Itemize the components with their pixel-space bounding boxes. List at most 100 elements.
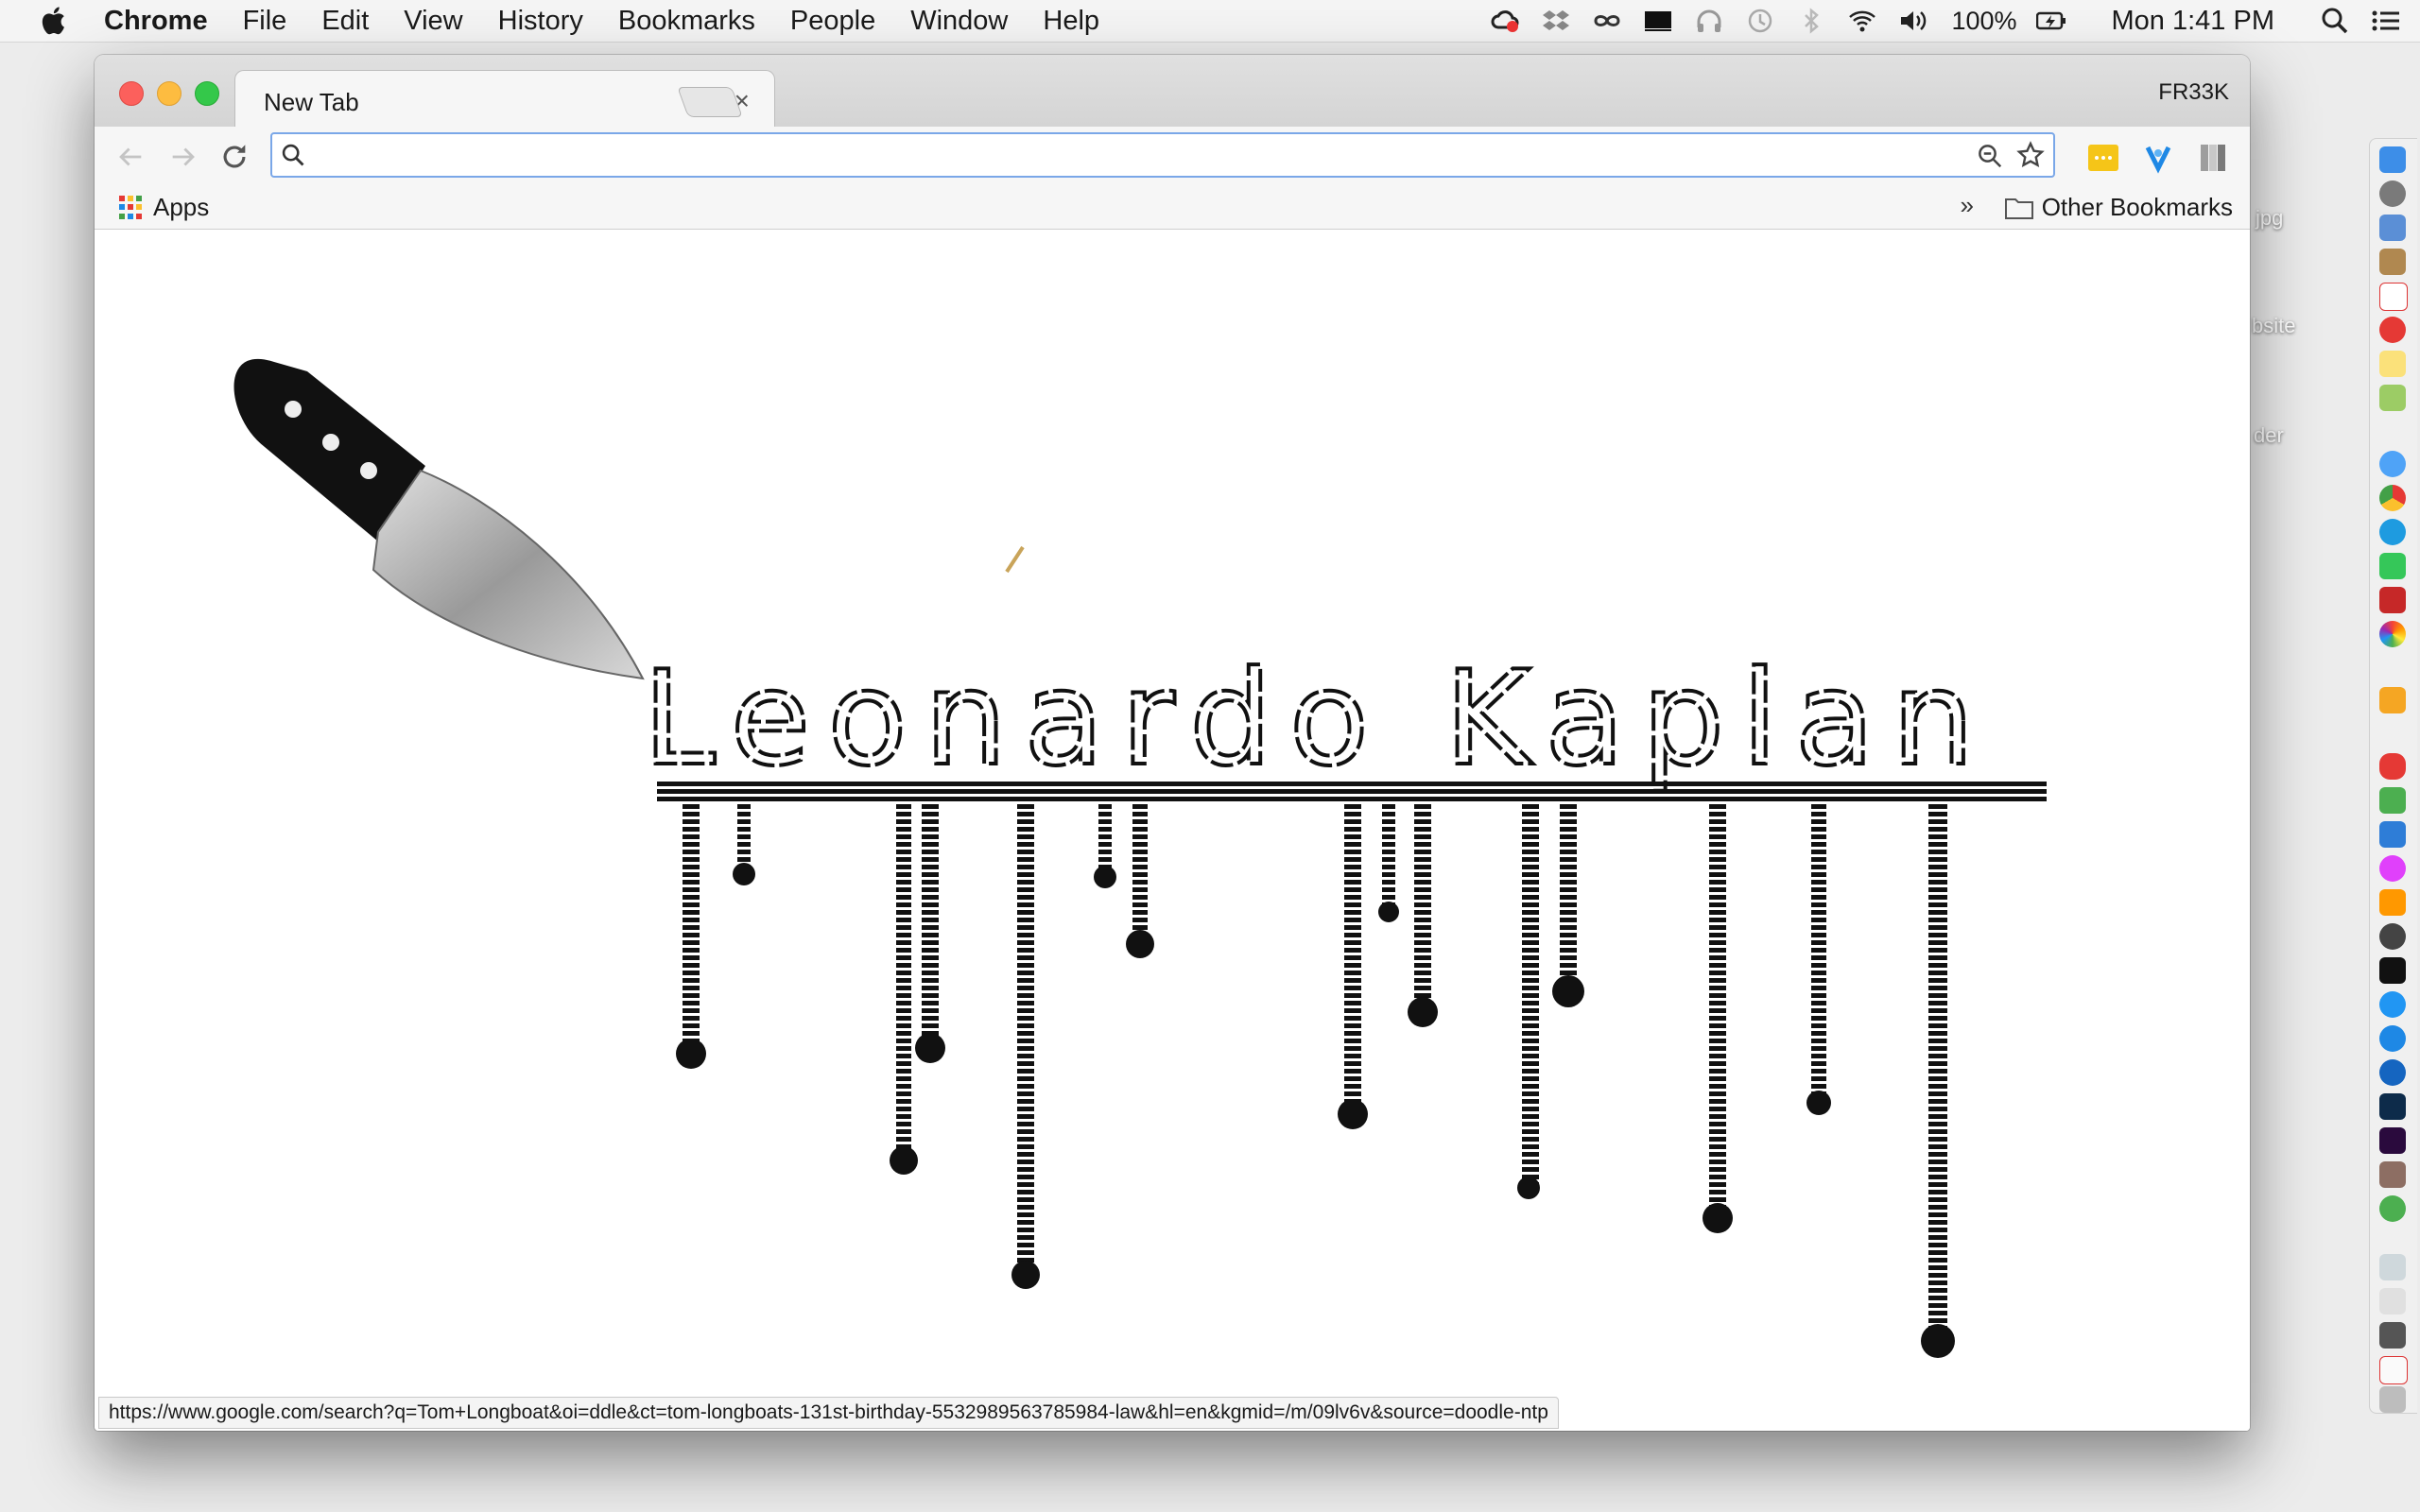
apps-grid-icon	[119, 195, 144, 220]
itunes-icon[interactable]	[2379, 855, 2406, 882]
bluetooth-icon[interactable]	[1794, 6, 1828, 36]
reminders-icon[interactable]	[2379, 317, 2406, 343]
search-icon	[282, 144, 304, 166]
display-icon[interactable]	[1641, 6, 1675, 36]
new-tab-button[interactable]	[677, 87, 743, 117]
scripts-icon[interactable]	[2379, 1161, 2406, 1188]
infinity-icon[interactable]	[1590, 6, 1624, 36]
toolbar	[95, 127, 2250, 185]
infinity-app-icon[interactable]	[2379, 753, 2406, 780]
menu-window[interactable]: Window	[910, 6, 1008, 37]
vpn-extension-icon[interactable]	[2142, 142, 2174, 174]
other-bookmarks-label: Other Bookmarks	[2041, 193, 2233, 221]
apple-icon[interactable]	[38, 4, 72, 38]
window-minimize-button[interactable]	[157, 81, 182, 106]
photo-booth-icon[interactable]	[2379, 587, 2406, 613]
menu-help[interactable]: Help	[1043, 6, 1099, 37]
back-button[interactable]	[112, 138, 149, 176]
doodle-wordmark: Leonardo Kaplan	[643, 643, 1992, 795]
wifi-icon[interactable]	[1845, 6, 1879, 36]
ibooks-icon[interactable]	[2379, 889, 2406, 916]
preview-icon[interactable]	[2379, 215, 2406, 241]
safari-icon[interactable]	[2379, 991, 2406, 1018]
desktop-file-label[interactable]: jpg	[2256, 206, 2283, 231]
mail-stack-icon[interactable]	[2379, 1356, 2408, 1384]
back-arrow-icon	[119, 147, 142, 166]
skype-icon[interactable]	[2379, 519, 2406, 545]
finder-icon[interactable]	[2379, 146, 2406, 173]
drip-graphic	[657, 781, 2047, 1358]
desktop-file-label[interactable]: bsite	[2252, 314, 2295, 338]
menu-people[interactable]: People	[790, 6, 875, 37]
apps-label: Apps	[153, 193, 210, 221]
omnibox-input[interactable]	[316, 138, 1927, 174]
maps-icon[interactable]	[2379, 385, 2406, 411]
folder-icon	[2004, 198, 2033, 219]
keynote-icon[interactable]	[2379, 821, 2406, 848]
headphones-icon[interactable]	[1692, 6, 1726, 36]
notes-icon[interactable]	[2379, 351, 2406, 377]
numbers-icon[interactable]	[2379, 787, 2406, 814]
tab-strip: New Tab × FR33K	[95, 55, 2250, 129]
desktop-file-label[interactable]: der	[2254, 423, 2284, 448]
knife-illustration	[233, 358, 645, 680]
screenshots-stack-icon[interactable]	[2379, 1322, 2406, 1349]
launchpad-icon[interactable]	[2379, 180, 2406, 207]
dock	[2369, 138, 2417, 1414]
reader-extension-icon[interactable]	[2197, 142, 2229, 174]
reload-button[interactable]	[216, 138, 253, 176]
browser-window: New Tab × FR33K Apps » Other Bookmarks L…	[95, 55, 2250, 1431]
pages-icon[interactable]	[2379, 687, 2406, 713]
battery-icon[interactable]	[2034, 6, 2068, 36]
calendar-icon[interactable]	[2379, 283, 2408, 311]
new-tab-page: Leonardo Kaplan https://www.google.com/s…	[95, 230, 2250, 1431]
menu-bar: Chrome File Edit View History Bookmarks …	[0, 0, 2420, 43]
profile-button[interactable]: FR33K	[2158, 79, 2229, 106]
terminal-icon[interactable]	[2379, 957, 2406, 984]
bookmark-star-icon[interactable]	[2015, 140, 2046, 170]
battery-percent: 100%	[1951, 6, 2017, 35]
premiere-icon[interactable]	[2379, 1127, 2406, 1154]
omnibox[interactable]	[270, 132, 2055, 178]
pen-mark	[1005, 545, 1025, 574]
contacts-icon[interactable]	[2379, 249, 2406, 275]
menu-edit[interactable]: Edit	[321, 6, 369, 37]
trash-icon[interactable]	[2379, 1386, 2406, 1413]
photoshop-icon[interactable]	[2379, 1093, 2406, 1120]
doodle-image[interactable]: Leonardo Kaplan	[95, 230, 2250, 1431]
menu-app-name[interactable]: Chrome	[104, 6, 208, 37]
spotlight-icon[interactable]	[2318, 6, 2352, 36]
bookmarks-bar: Apps » Other Bookmarks	[95, 185, 2250, 230]
tab-title: New Tab	[264, 88, 359, 116]
notes-extension-icon[interactable]	[2087, 142, 2119, 174]
facetime-icon[interactable]	[2379, 553, 2406, 579]
activity-monitor-icon[interactable]	[2379, 923, 2406, 950]
bookmarks-overflow-chevron[interactable]: »	[1961, 191, 1974, 220]
photos-icon[interactable]	[2379, 621, 2406, 647]
globe-app-icon[interactable]	[2379, 1195, 2406, 1222]
menubar-clock[interactable]: Mon 1:41 PM	[2112, 6, 2274, 37]
creative-cloud-icon[interactable]	[1488, 6, 1522, 36]
zoom-icon[interactable]	[1976, 142, 2004, 170]
app-store-icon[interactable]	[2379, 1025, 2406, 1052]
menu-view[interactable]: View	[404, 6, 462, 37]
status-bar-url: https://www.google.com/search?q=Tom+Long…	[98, 1397, 1559, 1429]
downloads-stack-icon[interactable]	[2379, 1254, 2406, 1280]
dropbox-icon[interactable]	[1539, 6, 1573, 36]
forward-arrow-icon	[172, 147, 195, 166]
other-bookmarks-folder[interactable]: Other Bookmarks	[2004, 193, 2233, 222]
volume-icon[interactable]	[1896, 6, 1930, 36]
window-zoom-button[interactable]	[195, 81, 219, 106]
apps-shortcut[interactable]: Apps	[119, 193, 209, 222]
menu-file[interactable]: File	[243, 6, 287, 37]
notification-center-icon[interactable]	[2369, 6, 2403, 36]
quicktime-icon[interactable]	[2379, 1059, 2406, 1086]
documents-stack-icon[interactable]	[2379, 1288, 2406, 1314]
forward-button[interactable]	[164, 138, 202, 176]
time-machine-icon[interactable]	[1743, 6, 1777, 36]
messages-icon[interactable]	[2379, 451, 2406, 477]
menu-history[interactable]: History	[498, 6, 583, 37]
menu-bookmarks[interactable]: Bookmarks	[618, 6, 755, 37]
window-close-button[interactable]	[119, 81, 144, 106]
chrome-icon[interactable]	[2379, 485, 2406, 511]
